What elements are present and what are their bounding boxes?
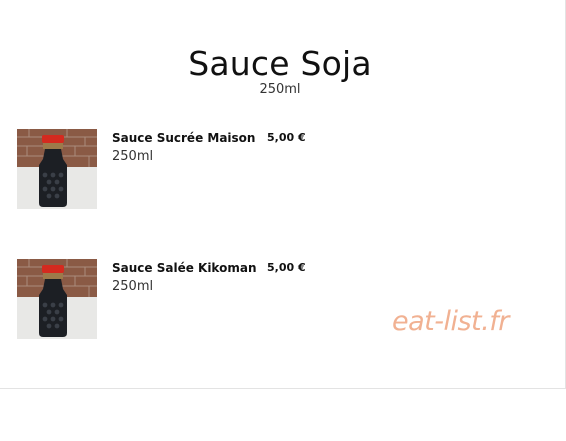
- section-title: Sauce Soja: [188, 44, 372, 83]
- item-price: 5,00 €: [267, 131, 306, 144]
- item-price: 5,00 €: [267, 261, 306, 274]
- soy-sauce-bottle-icon: [17, 129, 97, 209]
- item-volume: 250ml: [112, 279, 154, 294]
- item-name: Sauce Sucrée Maison: [112, 131, 256, 145]
- product-image: [17, 259, 97, 339]
- section-subtitle: 250ml: [259, 82, 301, 97]
- product-image: [17, 129, 97, 209]
- watermark: eat-list.fr: [392, 306, 509, 337]
- item-volume: 250ml: [112, 149, 154, 164]
- menu-card: Sauce Soja 250ml Sauce Sucrée Maison 5,0…: [0, 0, 566, 389]
- soy-sauce-bottle-icon: [17, 259, 97, 339]
- menu-item[interactable]: Sauce Sucrée Maison 5,00 € 250ml: [17, 129, 337, 209]
- item-name: Sauce Salée Kikoman: [112, 261, 257, 275]
- menu-item[interactable]: Sauce Salée Kikoman 5,00 € 250ml: [17, 259, 337, 339]
